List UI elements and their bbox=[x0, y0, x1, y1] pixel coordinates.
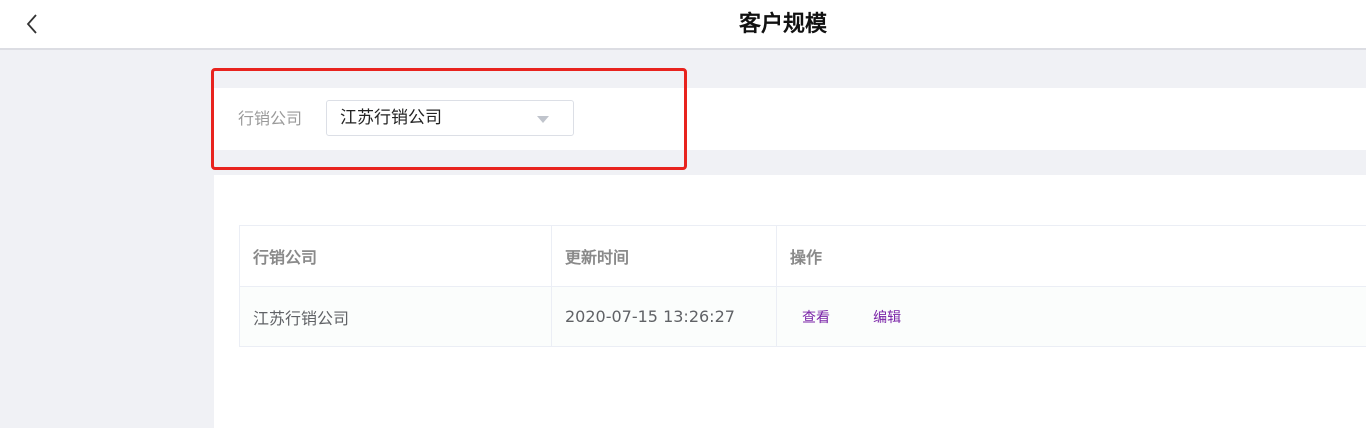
left-panel bbox=[0, 50, 214, 428]
top-bar: 客户规模 bbox=[0, 0, 1366, 50]
content-panel: 行销公司 更新时间 操作 江苏行销公司 2020-07-15 13:26:27 … bbox=[214, 175, 1366, 428]
cell-updated: 2020-07-15 13:26:27 bbox=[551, 286, 777, 347]
page-title: 客户规模 bbox=[738, 12, 827, 37]
table-row: 江苏行销公司 2020-07-15 13:26:27 查看 编辑 bbox=[239, 286, 1366, 347]
cell-company: 江苏行销公司 bbox=[239, 286, 552, 347]
filter-bar: 行销公司 江苏行销公司 bbox=[214, 88, 1366, 150]
table-header-row: 行销公司 更新时间 操作 bbox=[239, 225, 1366, 287]
company-select[interactable]: 江苏行销公司 bbox=[326, 100, 574, 136]
column-header-actions: 操作 bbox=[776, 225, 1366, 287]
view-link[interactable]: 查看 bbox=[802, 310, 830, 326]
filter-label: 行销公司 bbox=[238, 109, 303, 128]
company-select-value: 江苏行销公司 bbox=[340, 108, 442, 128]
column-header-company: 行销公司 bbox=[239, 225, 552, 287]
column-header-updated: 更新时间 bbox=[551, 225, 777, 287]
cell-actions: 查看 编辑 bbox=[776, 286, 1366, 347]
edit-link[interactable]: 编辑 bbox=[873, 310, 901, 326]
caret-down-icon bbox=[537, 116, 549, 123]
data-table: 行销公司 更新时间 操作 江苏行销公司 2020-07-15 13:26:27 … bbox=[239, 225, 1366, 347]
